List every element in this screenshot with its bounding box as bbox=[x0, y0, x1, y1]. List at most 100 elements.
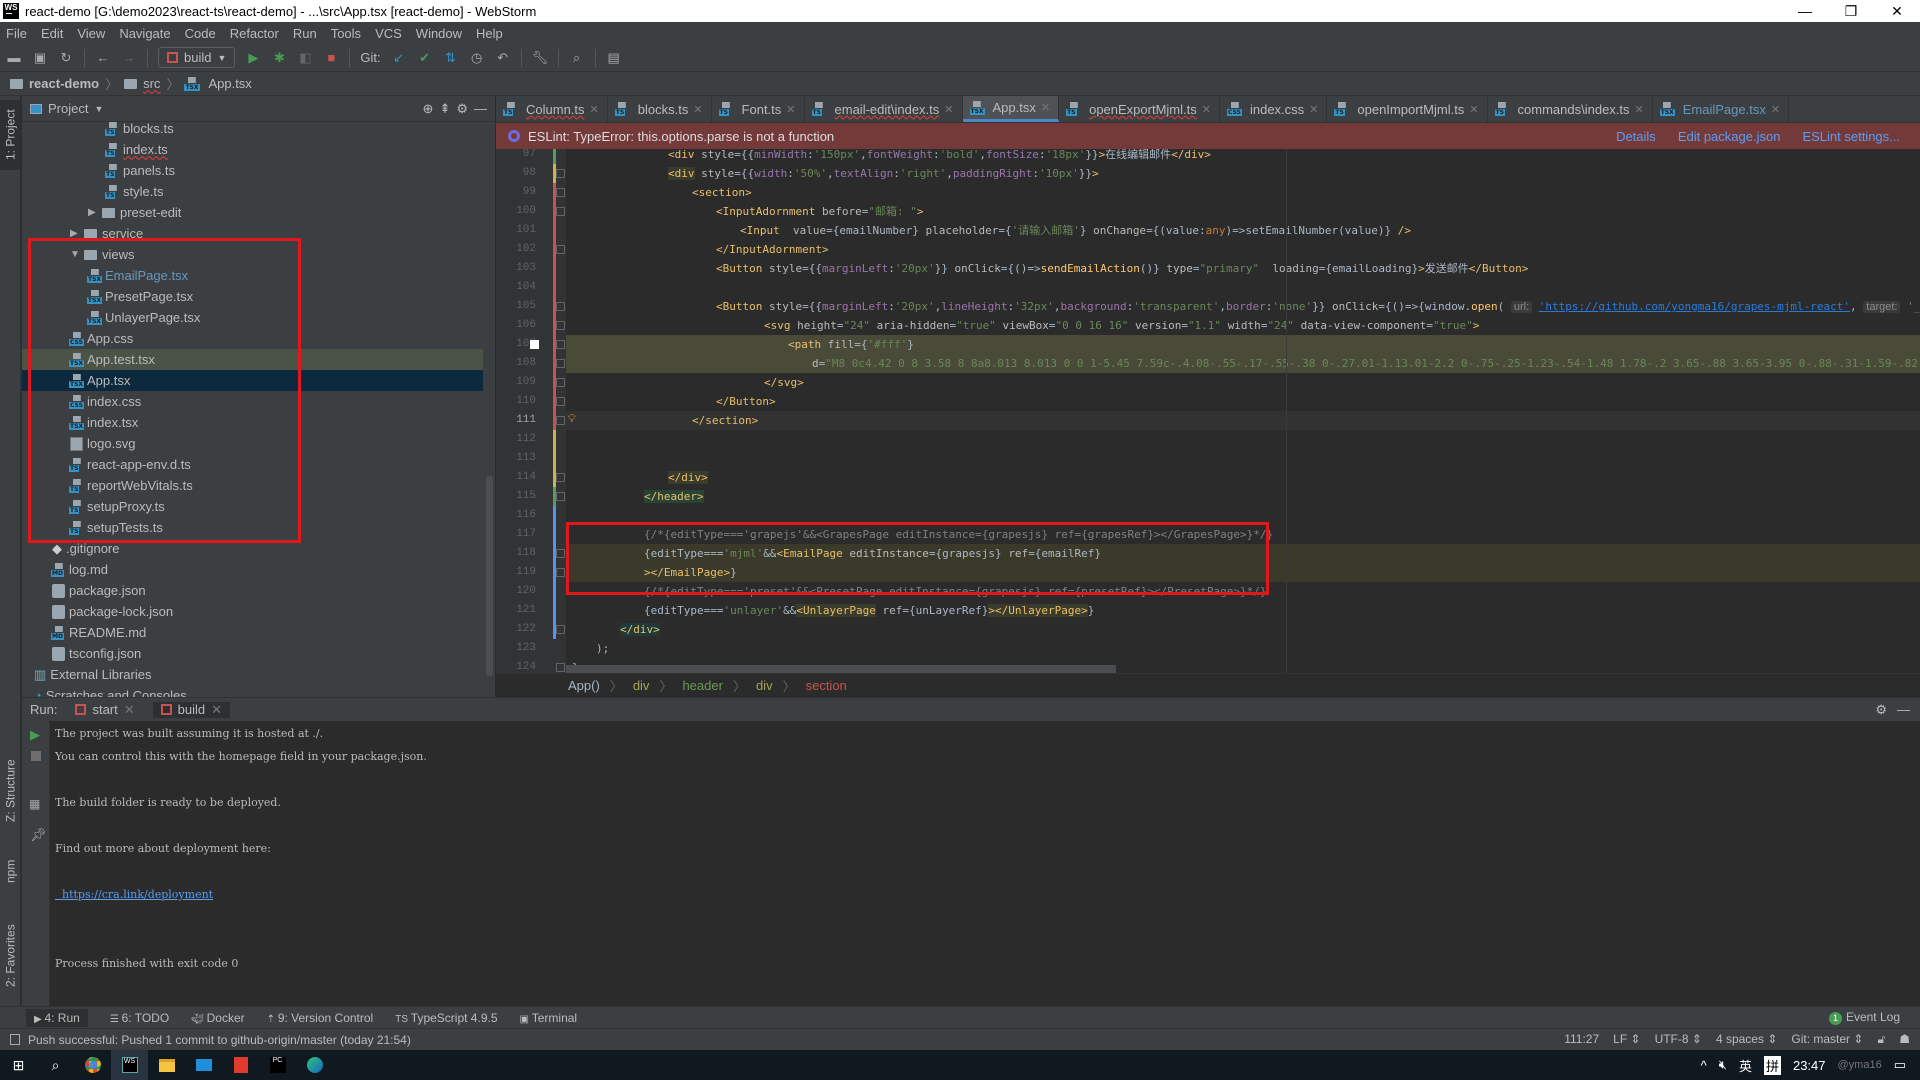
code-line[interactable]: </Button> bbox=[716, 392, 776, 411]
code-line[interactable]: <Button style={{marginLeft:'20px',lineHe… bbox=[716, 297, 1920, 316]
fold-marker-icon[interactable] bbox=[556, 663, 565, 672]
expand-down-icon[interactable]: ▼ bbox=[70, 249, 84, 260]
gear-icon[interactable]: ⚙ bbox=[1875, 702, 1887, 718]
expand-right-icon[interactable]: ▶ bbox=[70, 228, 84, 239]
event-log-button[interactable]: 1 Event Log bbox=[1828, 1010, 1900, 1025]
editor-breadcrumb-item[interactable]: header bbox=[682, 678, 722, 693]
hide-panel-icon[interactable]: — bbox=[474, 101, 487, 116]
expand-right-icon[interactable]: ▶ bbox=[88, 207, 102, 218]
fold-marker-icon[interactable] bbox=[556, 568, 565, 577]
collapse-all-icon[interactable]: ⇞ bbox=[439, 101, 450, 117]
tree-item[interactable]: TSX EmailPage.tsx bbox=[22, 265, 483, 286]
fold-marker-icon[interactable] bbox=[556, 169, 565, 178]
fold-marker-icon[interactable] bbox=[556, 359, 565, 368]
vcs-change-marker[interactable] bbox=[553, 620, 556, 639]
menu-tools[interactable]: Tools bbox=[331, 26, 361, 41]
tree-item[interactable]: TSX UnlayerPage.tsx bbox=[22, 307, 483, 328]
tree-item[interactable]: TS react-app-env.d.ts bbox=[22, 454, 483, 475]
clock[interactable]: 23:47 bbox=[1793, 1058, 1826, 1073]
tray-chevron-up-icon[interactable]: ^ bbox=[1701, 1058, 1707, 1073]
code-line[interactable]: ); bbox=[596, 639, 609, 658]
menu-help[interactable]: Help bbox=[476, 26, 503, 41]
tree-item[interactable]: TS blocks.ts bbox=[22, 122, 483, 139]
eslint-settings-link[interactable]: ESLint settings... bbox=[1802, 129, 1900, 144]
menu-navigate[interactable]: Navigate bbox=[119, 26, 170, 41]
tree-item[interactable]: ◆ .gitignore bbox=[22, 538, 483, 559]
volume-muted-icon[interactable]: 🔇︎ bbox=[1719, 1057, 1727, 1073]
project-structure-icon[interactable]: ▤ bbox=[606, 50, 622, 66]
project-view-dropdown[interactable]: Project bbox=[48, 101, 88, 116]
vcs-change-marker[interactable] bbox=[553, 202, 556, 221]
minimize-icon[interactable]: — bbox=[1782, 3, 1828, 20]
code-line[interactable]: {editType==='mjml'&&<EmailPage editInsta… bbox=[644, 544, 1101, 563]
tool-tab-docker[interactable]: 🐳︎ Docker bbox=[191, 1011, 245, 1025]
git-push-icon[interactable]: ⇅ bbox=[443, 50, 459, 66]
chrome-icon[interactable] bbox=[74, 1050, 111, 1080]
editor-breadcrumb-item[interactable]: App() bbox=[568, 678, 600, 693]
vcs-change-marker[interactable] bbox=[553, 183, 556, 202]
stop-icon[interactable] bbox=[31, 751, 41, 761]
tool-tab-typescript[interactable]: TS TypeScript 4.9.5 bbox=[395, 1011, 497, 1025]
scrollbar[interactable] bbox=[486, 476, 493, 676]
vcs-change-marker[interactable] bbox=[553, 316, 556, 335]
vcs-change-marker[interactable] bbox=[553, 392, 556, 411]
tree-item[interactable]: TSX App.tsx bbox=[22, 370, 483, 391]
editor-breadcrumb-item[interactable]: section bbox=[806, 678, 847, 693]
ime-pinyin[interactable]: 拼 bbox=[1763, 1055, 1781, 1075]
edge-icon[interactable] bbox=[296, 1050, 333, 1080]
fold-marker-icon[interactable] bbox=[556, 302, 565, 311]
breadcrumb-project[interactable]: react-demo bbox=[29, 76, 99, 91]
app-red-icon[interactable] bbox=[222, 1050, 259, 1080]
code-editor[interactable]: 97 <div style={{minWidth:'150px',fontWeig… bbox=[496, 149, 1920, 673]
tree-item[interactable]: TS reportWebVitals.ts bbox=[22, 475, 483, 496]
vcs-change-marker[interactable] bbox=[553, 601, 556, 620]
tab-font-ts[interactable]: TS Font.ts ✕ bbox=[712, 96, 805, 122]
fold-marker-icon[interactable] bbox=[556, 207, 565, 216]
rerun-icon[interactable]: ▶ bbox=[30, 727, 40, 743]
tree-item[interactable]: TS index.ts bbox=[22, 139, 483, 160]
vcs-change-marker[interactable] bbox=[553, 563, 556, 582]
menu-refactor[interactable]: Refactor bbox=[230, 26, 279, 41]
tab-structure-tool[interactable]: Z: Structure bbox=[0, 746, 21, 836]
hide-panel-icon[interactable]: — bbox=[1897, 702, 1910, 717]
fold-marker-icon[interactable] bbox=[556, 188, 565, 197]
close-icon[interactable]: ✕ bbox=[1874, 3, 1920, 20]
code-line[interactable]: <InputAdornment before="邮箱: "> bbox=[716, 202, 923, 221]
tab-npm-tool[interactable]: npm bbox=[0, 846, 21, 896]
tree-item[interactable]: TS panels.ts bbox=[22, 160, 483, 181]
caret-position[interactable]: 111:27 bbox=[1564, 1032, 1599, 1047]
close-icon[interactable]: ✕ bbox=[590, 103, 599, 116]
fold-marker-icon[interactable] bbox=[556, 378, 565, 387]
menu-code[interactable]: Code bbox=[185, 26, 216, 41]
inspector-icon[interactable]: ☗ bbox=[1899, 1032, 1910, 1047]
back-arrow-icon[interactable]: ← bbox=[95, 50, 111, 65]
close-icon[interactable]: ✕ bbox=[1309, 103, 1318, 116]
tab-favorites-tool[interactable]: 2: Favorites bbox=[0, 911, 21, 1001]
tree-item[interactable]: ▥ External Libraries bbox=[22, 664, 483, 685]
vcs-change-marker[interactable] bbox=[553, 430, 556, 449]
code-line[interactable]: {/*{editType==='grapejs'&&<GrapesPage ed… bbox=[644, 525, 1273, 544]
menu-vcs[interactable]: VCS bbox=[375, 26, 402, 41]
tree-item[interactable]: package-lock.json bbox=[22, 601, 483, 622]
notification-icon[interactable]: ▭ bbox=[1894, 1057, 1906, 1073]
lock-icon[interactable]: 🔓︎ bbox=[1877, 1032, 1885, 1047]
fold-marker-icon[interactable] bbox=[556, 321, 565, 330]
close-icon[interactable]: ✕ bbox=[1202, 103, 1211, 116]
locate-target-icon[interactable]: ⊕ bbox=[423, 101, 434, 117]
run-tab-build[interactable]: build ✕ bbox=[152, 701, 231, 718]
close-icon[interactable]: ✕ bbox=[786, 103, 795, 116]
indent-setting[interactable]: 4 spaces ⇕ bbox=[1716, 1032, 1777, 1047]
tree-item[interactable]: package.json bbox=[22, 580, 483, 601]
tree-item[interactable]: MD log.md bbox=[22, 559, 483, 580]
tree-item[interactable]: TS setupTests.ts bbox=[22, 517, 483, 538]
fold-marker-icon[interactable] bbox=[556, 416, 565, 425]
tab-emailpage-tsx[interactable]: TSX EmailPage.tsx ✕ bbox=[1653, 96, 1790, 122]
status-message[interactable]: Push successful: Pushed 1 commit to gith… bbox=[28, 1033, 411, 1047]
tree-item[interactable]: tsconfig.json bbox=[22, 643, 483, 664]
tab-openimportmjml-ts[interactable]: TS openImportMjml.ts ✕ bbox=[1327, 96, 1488, 122]
ime-language[interactable]: 英 bbox=[1739, 1056, 1752, 1075]
pycharm-icon[interactable]: PC bbox=[259, 1050, 296, 1080]
coverage-icon[interactable]: ◧ bbox=[297, 50, 313, 66]
menu-view[interactable]: View bbox=[77, 26, 105, 41]
code-line[interactable]: <path fill={'#fff'} bbox=[788, 335, 914, 354]
